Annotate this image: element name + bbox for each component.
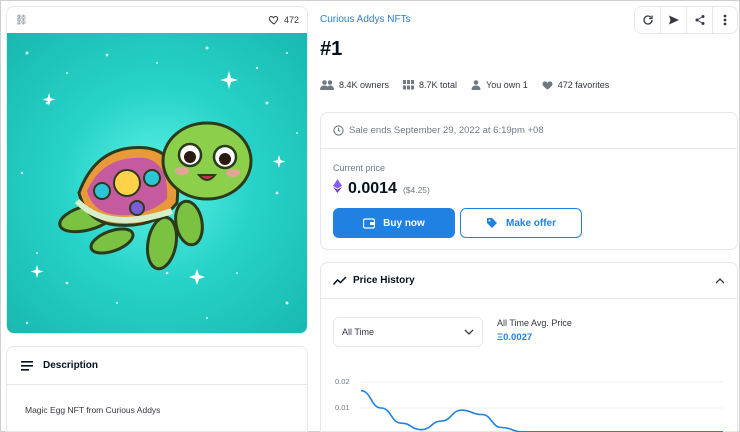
make-offer-button[interactable]: Make offer — [460, 208, 582, 238]
nft-artwork[interactable] — [7, 33, 307, 333]
current-price-label: Current price — [333, 163, 386, 173]
description-text: Magic Egg NFT from Curious Addys — [25, 405, 161, 415]
current-price-value: 0.0014 — [348, 180, 397, 197]
price-history-title-wrap: Price History — [333, 275, 415, 286]
avg-price-value: Ξ0.0027 — [497, 332, 533, 343]
heart-icon — [542, 81, 553, 90]
total-text: 8.7K total — [419, 80, 458, 90]
time-range-value: All Time — [342, 327, 375, 337]
current-price-usd: ($4.25) — [402, 185, 430, 195]
likes-count: 472 — [283, 15, 299, 25]
likes-counter[interactable]: 472 — [268, 14, 299, 26]
favorites-stat[interactable]: 472 favorites — [542, 80, 610, 90]
more-options-button[interactable] — [713, 7, 737, 33]
sale-ends-text: Sale ends September 29, 2022 at 6:19pm +… — [349, 125, 544, 136]
description-lines-icon — [21, 360, 33, 371]
time-range-select[interactable]: All Time — [333, 317, 483, 347]
more-vertical-icon — [723, 14, 727, 26]
price-history-chart — [361, 381, 723, 432]
people-icon — [320, 80, 334, 90]
wallet-icon — [363, 217, 376, 229]
make-offer-label: Make offer — [505, 217, 556, 229]
transfer-button[interactable] — [661, 7, 687, 33]
refresh-button[interactable] — [635, 7, 661, 33]
you-own-text: You own 1 — [486, 80, 528, 90]
you-own-stat: You own 1 — [471, 80, 528, 90]
refresh-icon — [642, 15, 653, 25]
price-history-header[interactable]: Price History — [321, 263, 737, 299]
price-row: 0.0014 ($4.25) — [333, 179, 430, 198]
y-tick-label: 0.02 — [335, 377, 350, 386]
total-stat: 8.7K total — [403, 80, 457, 90]
favorites-text: 472 favorites — [557, 80, 610, 90]
collection-link[interactable]: Curious Addys NFTs — [320, 14, 411, 25]
item-title: #1 — [320, 38, 343, 60]
owners-stat[interactable]: 8.4K owners — [320, 80, 389, 90]
person-icon — [471, 80, 481, 90]
y-tick-label: 0.01 — [335, 403, 350, 412]
clock-icon — [333, 125, 344, 136]
avg-price-label: All Time Avg. Price — [497, 318, 572, 328]
action-toolbar — [634, 6, 738, 34]
nft-image-card: ⛓ 472 — [6, 6, 308, 334]
image-card-header: ⛓ 472 — [7, 7, 307, 33]
description-heading: Description — [43, 360, 99, 371]
buy-now-button[interactable]: Buy now — [333, 208, 455, 238]
turtle-illustration — [20, 46, 298, 325]
price-line-series — [361, 389, 723, 432]
heart-outline-icon — [268, 15, 279, 25]
trend-line-icon — [333, 275, 347, 285]
chevron-down-icon — [464, 329, 474, 335]
sale-header: Sale ends September 29, 2022 at 6:19pm +… — [321, 113, 737, 149]
chain-icon[interactable]: ⛓ — [15, 15, 28, 26]
price-history-panel: Price History All Time All Time Avg. Pri… — [320, 262, 738, 432]
sale-panel: Sale ends September 29, 2022 at 6:19pm +… — [320, 112, 738, 250]
description-header[interactable]: Description — [7, 347, 307, 385]
tag-icon — [486, 218, 497, 228]
item-stats: 8.4K owners 8.7K total You own 1 472 fav… — [320, 80, 609, 90]
price-history-heading: Price History — [353, 275, 415, 286]
description-panel: Description Magic Egg NFT from Curious A… — [6, 346, 308, 432]
grid-icon — [403, 80, 415, 90]
share-icon — [695, 15, 704, 25]
buy-now-label: Buy now — [383, 217, 425, 229]
owners-text: 8.4K owners — [339, 80, 390, 90]
ethereum-icon — [333, 179, 342, 193]
chevron-up-icon[interactable] — [715, 277, 725, 284]
send-icon — [668, 15, 679, 25]
share-button[interactable] — [687, 7, 713, 33]
